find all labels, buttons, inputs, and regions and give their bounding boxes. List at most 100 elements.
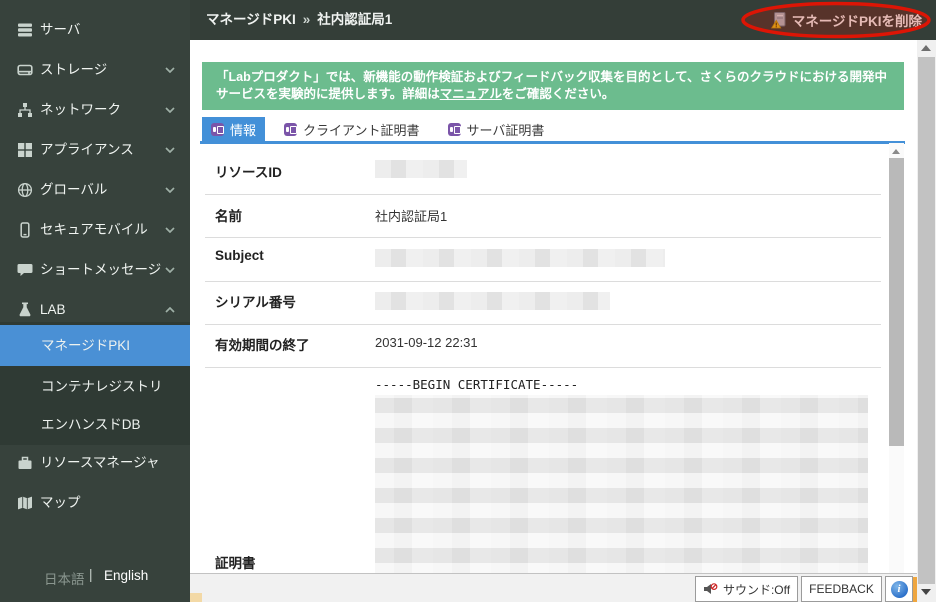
sidebar-item-server[interactable]: サーバ: [0, 10, 190, 50]
sidebar-item-label: コンテナレジストリ: [41, 366, 163, 407]
sidebar-item-network[interactable]: ネットワーク: [0, 90, 190, 130]
appliance-icon: [17, 142, 33, 158]
content-scrollbar-up-arrow[interactable]: [889, 147, 904, 157]
banner-text-after: をご確認ください。: [502, 87, 615, 101]
chevron-down-icon: [165, 267, 175, 273]
tab-client-certificates[interactable]: クライアント証明書: [275, 117, 428, 141]
sidebar-item-label: マップ: [40, 483, 81, 523]
info-icon: i: [891, 581, 908, 598]
tab-underline: [200, 141, 905, 144]
detail-row-label: シリアル番号: [215, 291, 296, 311]
language-english-link[interactable]: English: [104, 568, 148, 583]
chevron-down-icon: [165, 107, 175, 113]
speaker-muted-icon: [703, 583, 718, 595]
delete-managed-pki-button[interactable]: マネージドPKIを削除: [771, 0, 922, 40]
sidebar-item-global[interactable]: グローバル: [0, 170, 190, 210]
lab-submenu: マネージドPKI コンテナレジストリ エンハンスドDB: [0, 322, 190, 445]
sound-toggle-button[interactable]: サウンド:Off: [695, 576, 798, 602]
lab-flask-icon: [17, 302, 33, 318]
redacted-certificate-block: [375, 395, 868, 578]
row-divider: [205, 367, 881, 368]
sidebar-item-label: マネージドPKI: [41, 325, 130, 366]
feedback-label: FEEDBACK: [809, 582, 874, 596]
tab-label: サーバ証明書: [467, 120, 545, 139]
tab-panel-icon: [448, 123, 461, 136]
sidebar-item-storage[interactable]: ストレージ: [0, 50, 190, 90]
mobile-icon: [17, 222, 33, 238]
chevron-down-icon: [165, 227, 175, 233]
chevron-down-icon: [165, 147, 175, 153]
sidebar-item-container-registry[interactable]: コンテナレジストリ: [0, 366, 190, 407]
sidebar-item-resource-manager[interactable]: リソースマネージャ: [0, 443, 190, 483]
language-japanese-link[interactable]: 日本語: [44, 568, 85, 588]
redacted-value-serial: [375, 292, 610, 310]
map-icon: [17, 495, 33, 511]
manual-link[interactable]: マニュアル: [440, 87, 502, 101]
page-header: マネージドPKI » 社内認証局1 マネージドPKIを削除: [190, 0, 936, 40]
tab-panel-icon: [211, 123, 224, 136]
certificate-begin-line: -----BEGIN CERTIFICATE-----: [375, 377, 578, 392]
row-divider: [205, 237, 881, 238]
triangle-up-icon: [892, 149, 900, 154]
tab-bar: 情報 クライアント証明書 サーバ証明書: [202, 117, 553, 141]
feedback-button[interactable]: FEEDBACK: [801, 576, 882, 602]
footer-accent-left: [190, 593, 202, 602]
page-scrollbar-up-arrow[interactable]: [917, 40, 936, 56]
content-scrollbar-thumb[interactable]: [889, 158, 904, 446]
row-divider: [205, 324, 881, 325]
resource-manager-icon: [17, 455, 33, 471]
globe-icon: [17, 182, 33, 198]
network-icon: [17, 102, 33, 118]
sidebar-item-enhanced-db[interactable]: エンハンスドDB: [0, 404, 190, 445]
info-button[interactable]: i: [885, 576, 913, 602]
delete-warning-icon: [771, 12, 786, 29]
sidebar-item-label: グローバル: [40, 170, 107, 210]
sidebar-item-map[interactable]: マップ: [0, 483, 190, 523]
triangle-down-icon: [921, 589, 931, 595]
sidebar-item-label: ショートメッセージ: [40, 250, 161, 290]
chevron-down-icon: [165, 187, 175, 193]
chevron-up-icon: [165, 307, 175, 313]
detail-row-label: 有効期間の終了: [215, 334, 310, 354]
tab-label: クライアント証明書: [303, 120, 419, 139]
sidebar-item-label: リソースマネージャ: [40, 443, 159, 483]
row-divider: [205, 281, 881, 282]
tab-label: 情報: [230, 120, 256, 139]
breadcrumb-current: 社内認証局1: [317, 12, 392, 27]
row-divider: [205, 194, 881, 195]
breadcrumb-separator: »: [303, 12, 311, 27]
tab-info[interactable]: 情報: [202, 117, 265, 141]
server-icon: [17, 22, 33, 38]
chevron-down-icon: [165, 67, 175, 73]
language-switcher: 日本語 | English: [0, 560, 190, 590]
tab-server-certificates[interactable]: サーバ証明書: [439, 117, 554, 141]
breadcrumb-parent[interactable]: マネージドPKI: [206, 12, 296, 27]
page-scrollbar-down-arrow[interactable]: [917, 584, 936, 600]
sidebar-item-label: ネットワーク: [40, 90, 121, 130]
managed-pki-page: サーバ ストレージ ネットワーク アプライアンス グローバル セキュアモバイル: [0, 0, 936, 602]
detail-row-label: 名前: [215, 205, 242, 225]
detail-row-label: 証明書: [215, 552, 256, 572]
sidebar-item-label: セキュアモバイル: [40, 210, 148, 250]
detail-row-value: 2031-09-12 22:31: [375, 335, 478, 350]
language-separator: |: [89, 567, 93, 582]
redacted-value-subject: [375, 249, 665, 267]
sidebar-item-secure-mobile[interactable]: セキュアモバイル: [0, 210, 190, 250]
page-scrollbar-thumb[interactable]: [918, 57, 935, 584]
sidebar-item-label: アプライアンス: [40, 130, 134, 170]
sidebar-item-label: ストレージ: [40, 50, 107, 90]
detail-row-label: Subject: [215, 248, 264, 263]
lab-product-notice-banner: 「Labプロダクト」では、新機能の動作検証およびフィードバック収集を目的として、…: [202, 62, 904, 110]
sidebar: サーバ ストレージ ネットワーク アプライアンス グローバル セキュアモバイル: [0, 0, 190, 602]
delete-button-label: マネージドPKIを削除: [792, 10, 922, 30]
sidebar-item-label: サーバ: [40, 10, 80, 50]
redacted-value-resource-id: [375, 160, 467, 178]
page-scrollbar[interactable]: [917, 40, 936, 602]
sound-toggle-label: サウンド:Off: [723, 581, 790, 598]
sidebar-item-short-message[interactable]: ショートメッセージ: [0, 250, 190, 290]
sidebar-item-appliance[interactable]: アプライアンス: [0, 130, 190, 170]
sidebar-item-managed-pki[interactable]: マネージドPKI: [0, 325, 190, 366]
detail-row-label: リソースID: [215, 161, 282, 181]
detail-row-value: 社内認証局1: [375, 206, 447, 225]
message-bubble-icon: [17, 262, 33, 278]
